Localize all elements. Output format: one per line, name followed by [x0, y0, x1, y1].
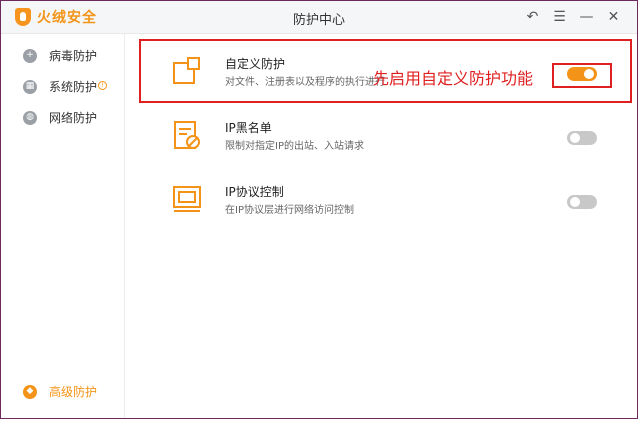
sidebar-item-label: 网络防护 [49, 111, 98, 125]
annotation-text: 先启用自定义防护功能 [373, 69, 534, 88]
title-bar: 火绒安全 防护中心 ↶ ☰ — ✕ [1, 1, 637, 34]
sidebar-item-label: 系统防护 [49, 80, 98, 94]
sidebar-item-system-protection[interactable]: ▦ 系统防护 ! [23, 78, 108, 95]
minimize-icon[interactable]: — [573, 6, 600, 28]
list-item-ip-blacklist: IP黑名单 限制对指定IP的出站、入站请求 [165, 115, 607, 165]
globe-icon: ◍ [23, 110, 37, 125]
ip-protocol-toggle[interactable] [567, 195, 597, 209]
ip-blacklist-toggle[interactable] [567, 131, 597, 145]
annotation-toggle-box [552, 63, 612, 88]
sidebar-item-advanced-protection[interactable]: ◆ 高级防护 [23, 383, 97, 400]
toggle-knob [570, 133, 580, 143]
app-window: 火绒安全 防护中心 ↶ ☰ — ✕ + 病毒防护 ▦ 系统防护 ! ◍ 网络防护… [0, 0, 638, 419]
list-item-ip-protocol-control: IP协议控制 在IP协议层进行网络访问控制 [165, 179, 607, 229]
virus-shield-icon: + [23, 48, 37, 63]
sidebar-item-label: 高级防护 [49, 385, 98, 399]
row-title: IP协议控制 [225, 185, 284, 199]
advanced-shield-icon: ◆ [23, 384, 37, 399]
close-icon[interactable]: ✕ [600, 6, 627, 28]
sidebar-item-network-protection[interactable]: ◍ 网络防护 [23, 109, 97, 126]
notice-badge-icon: ! [98, 81, 108, 90]
toggle-knob [570, 197, 580, 207]
main-content: 自定义防护 对文件、注册表以及程序的执行进行 IP黑名单 限制对指定IP的出站、… [125, 34, 637, 418]
window-controls: ↶ ☰ — ✕ [519, 6, 627, 28]
sidebar-item-label: 病毒防护 [49, 49, 98, 63]
row-description: 在IP协议层进行网络访问控制 [225, 205, 354, 216]
row-description: 限制对指定IP的出站、入站请求 [225, 141, 364, 152]
ip-protocol-icon [173, 186, 201, 212]
row-title: IP黑名单 [225, 121, 272, 135]
menu-icon[interactable]: ☰ [546, 6, 573, 28]
windows-icon: ▦ [23, 79, 37, 94]
back-icon[interactable]: ↶ [519, 6, 546, 28]
sidebar-item-virus-protection[interactable]: + 病毒防护 [23, 47, 97, 64]
sidebar: + 病毒防护 ▦ 系统防护 ! ◍ 网络防护 ◆ 高级防护 [1, 34, 125, 418]
ip-blacklist-icon [174, 121, 200, 149]
